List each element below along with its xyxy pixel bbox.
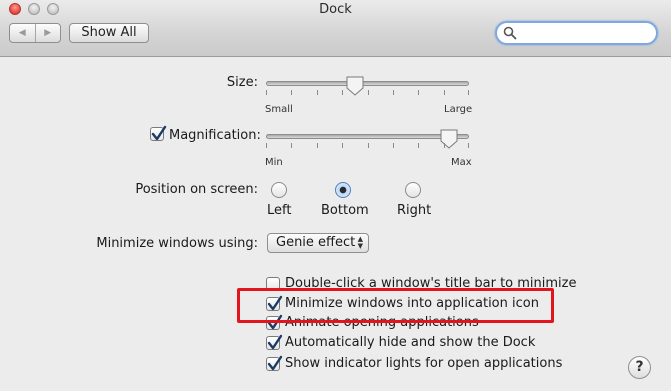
position-left-radio[interactable] <box>271 182 287 198</box>
back-arrow-icon[interactable]: ◀ <box>10 24 35 42</box>
popup-arrows-icon: ▲ ▼ <box>357 235 363 250</box>
forward-arrow-icon[interactable]: ▶ <box>34 24 61 42</box>
back-forward-control: ◀ ▶ <box>9 23 61 43</box>
position-right-label: Right <box>397 203 432 218</box>
size-min-label: Small <box>265 104 293 115</box>
position-left-label: Left <box>267 203 292 218</box>
minimize-effect-label: Minimize windows using: <box>96 236 258 251</box>
search-icon <box>503 26 517 40</box>
checkmark-icon <box>267 334 283 350</box>
position-label: Position on screen: <box>135 182 258 197</box>
minimize-effect-value: Genie effect <box>276 235 356 250</box>
size-label: Size: <box>226 75 258 90</box>
checkmark-icon <box>151 125 167 141</box>
window-toolbar: Dock ◀ ▶ Show All <box>0 0 671 57</box>
size-slider-ticks <box>266 90 469 95</box>
autohide-dock-label: Automatically hide and show the Dock <box>285 335 536 350</box>
window-title: Dock <box>319 2 352 17</box>
position-bottom-label: Bottom <box>321 203 369 218</box>
indicator-lights-label: Show indicator lights for open applicati… <box>285 356 563 371</box>
magnification-slider-track[interactable] <box>266 134 469 139</box>
magnification-max-label: Max <box>451 157 472 168</box>
size-slider-track[interactable] <box>266 81 469 86</box>
autohide-dock-checkbox[interactable] <box>266 334 283 350</box>
annotation-highlight-box <box>237 288 554 323</box>
position-bottom-radio[interactable] <box>335 182 351 198</box>
search-field[interactable] <box>495 21 658 45</box>
size-max-label: Large <box>444 104 473 115</box>
magnification-slider-ticks <box>266 143 469 148</box>
position-right-radio[interactable] <box>405 182 421 198</box>
indicator-lights-checkbox[interactable] <box>266 355 283 371</box>
show-all-button[interactable]: Show All <box>69 23 149 43</box>
magnification-label: Magnification: <box>169 128 261 143</box>
help-button[interactable]: ? <box>628 356 651 379</box>
minimize-effect-popup[interactable]: Genie effect ▲ ▼ <box>267 233 369 253</box>
checkmark-icon <box>267 355 283 371</box>
magnification-checkbox[interactable] <box>150 125 167 141</box>
magnification-min-label: Min <box>265 157 283 168</box>
